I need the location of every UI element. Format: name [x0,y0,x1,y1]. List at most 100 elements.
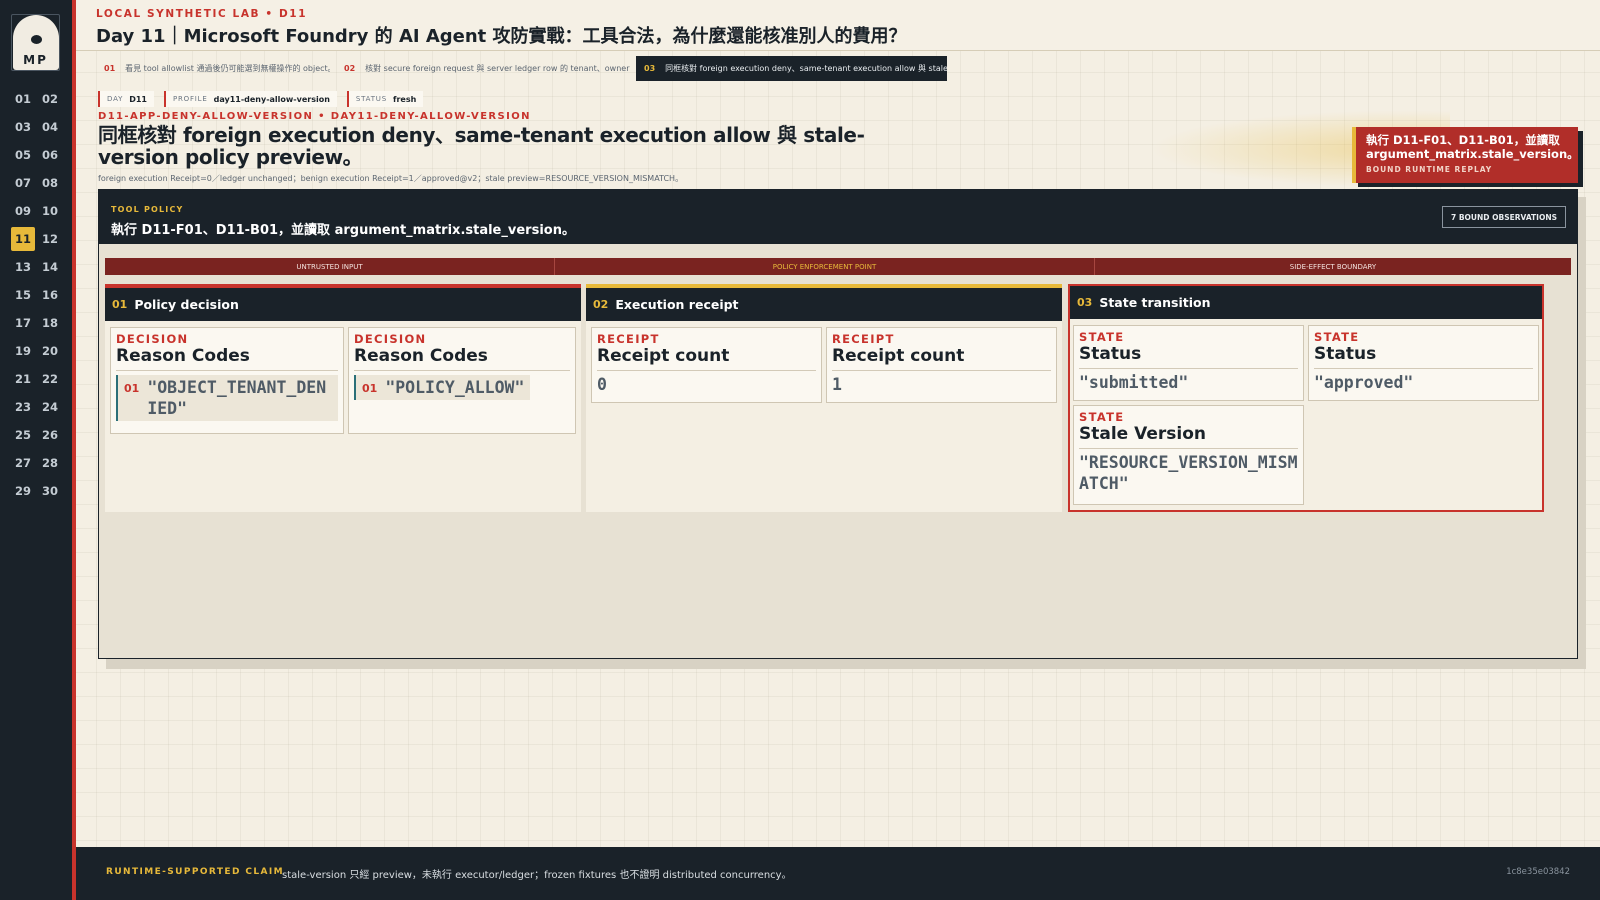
reason-code-number: 01 [124,382,140,395]
sidebar-accent-edge [72,0,76,900]
day-link-23[interactable]: 23 [11,395,35,419]
reason-code-text: "POLICY_ALLOW" [385,378,525,397]
card-title: Receipt count [597,346,816,371]
tab-label: 同框核對 foreign execution deny、same-tenant … [665,64,947,73]
card-value: "approved" [1314,373,1414,392]
state-card: STATE Status "approved" [1308,325,1539,401]
chip-value: D11 [129,94,147,104]
decision-card: DECISION Reason Codes 01 "POLICY_ALLOW" [348,327,576,434]
chip-value: fresh [392,94,417,104]
tab-02[interactable]: 02 核對 secure foreign request 與 server le… [336,56,630,81]
tool-policy-bar: TOOL POLICY 執行 D11-F01、D11-B01，並讀取 argum… [99,190,1577,244]
day-link-16[interactable]: 16 [38,283,62,307]
day-link-28[interactable]: 28 [38,451,62,475]
day-link-02[interactable]: 02 [38,87,62,111]
avatar-initials: MP [23,53,48,67]
tab-label: 核對 secure foreign request 與 server ledge… [365,64,630,73]
day-link-12[interactable]: 12 [38,227,62,251]
avatar[interactable]: MP [11,14,60,71]
card-value: "RESOURCE_VERSION_MISMATCH" [1079,453,1298,493]
chip-key: PROFILE [172,95,208,103]
footer-claim-text: stale-version 只經 preview，未執行 executor/le… [282,870,792,881]
header-eyebrow: LOCAL SYNTHETIC LAB • D11 [96,8,308,20]
section-eyebrow: D11-APP-DENY-ALLOW-VERSION • DAY11-DENY-… [98,111,531,122]
boundary-side-effect: SIDE-EFFECT BOUNDARY [1289,262,1377,271]
column-title: State transition [1099,295,1211,310]
card-grid: DECISION Reason Codes 01 "OBJECT_TENANT_… [110,327,576,434]
tab-01[interactable]: 01 看見 tool allowlist 通過後仍可能選到無權操作的 objec… [96,56,330,81]
day-link-20[interactable]: 20 [38,339,62,363]
day-link-18[interactable]: 18 [38,311,62,335]
card-kicker: DECISION [354,332,427,346]
card-title: Reason Codes [116,346,338,371]
meta-chips: DAY D11 PROFILE day11-deny-allow-version… [98,91,424,107]
day-link-15[interactable]: 15 [11,283,35,307]
boundary-policy-enforcement-point: POLICY ENFORCEMENT POINT [555,258,1095,275]
reason-code-item: 01 "POLICY_ALLOW" [354,375,531,400]
callout-text: 執行 D11-F01、D11-B01，並讀取 argument_matrix.s… [1366,133,1579,161]
boundary-untrusted-input: UNTRUSTED INPUT [105,258,555,275]
footer: RUNTIME-SUPPORTED CLAIM stale-version 只經… [76,847,1600,900]
state-card-stale-version: STATE Stale Version "RESOURCE_VERSION_MI… [1073,405,1304,505]
card-kicker: DECISION [116,332,189,346]
chip-key: STATUS [355,95,387,103]
column-title: Execution receipt [615,297,739,312]
chip-status: STATUS fresh [346,91,424,107]
reason-code-text: "OBJECT_TENANT_DENIED" [147,378,327,418]
day-link-05[interactable]: 05 [11,143,35,167]
reason-code-number: 01 [362,382,378,395]
tool-policy-text: 執行 D11-F01、D11-B01，並讀取 argument_matrix.s… [111,223,575,238]
day-link-24[interactable]: 24 [38,395,62,419]
decision-card: DECISION Reason Codes 01 "OBJECT_TENANT_… [110,327,344,434]
reason-code-item: 01 "OBJECT_TENANT_DENIED" [116,375,338,421]
day-link-30[interactable]: 30 [38,479,62,503]
day-link-19[interactable]: 19 [11,339,35,363]
receipt-card: RECEIPT Receipt count 0 [591,327,822,403]
replay-callout[interactable]: 執行 D11-F01、D11-B01，並讀取 argument_matrix.s… [1352,127,1579,183]
day-link-13[interactable]: 13 [11,255,35,279]
footer-hash: 1c8e35e03842 [1506,867,1570,877]
tab-03[interactable]: 03 同框核對 foreign execution deny、same-tena… [636,56,947,81]
day-link-21[interactable]: 21 [11,367,35,391]
column-number: 02 [593,298,609,311]
page-title: Day 11｜Microsoft Foundry 的 AI Agent 攻防實戰… [96,26,907,47]
section-subtitle: foreign execution Receipt=0／ledger uncha… [98,174,684,183]
footer-claim-label: RUNTIME-SUPPORTED CLAIM [106,867,284,877]
day-link-09[interactable]: 09 [11,199,35,223]
tab-number: 03 [644,64,656,73]
day-link-08[interactable]: 08 [38,171,62,195]
day-link-14[interactable]: 14 [38,255,62,279]
card-value: "submitted" [1079,373,1189,392]
day-link-03[interactable]: 03 [11,115,35,139]
column-header: 03 State transition [1070,286,1542,319]
tool-policy-label: TOOL POLICY [111,205,184,214]
tab-number: 02 [344,64,356,73]
day-link-25[interactable]: 25 [11,423,35,447]
day-link-01[interactable]: 01 [11,87,35,111]
card-grid: STATE Status "submitted" STATE Status "a… [1073,325,1539,505]
column-header: 01 Policy decision [105,284,581,321]
card-kicker: STATE [1314,330,1360,344]
day-link-27[interactable]: 27 [11,451,35,475]
card-kicker: RECEIPT [597,332,660,346]
day-link-29[interactable]: 29 [11,479,35,503]
card-title: Status [1314,344,1533,369]
column-policy-decision: 01 Policy decision DECISION Reason Codes… [105,284,581,512]
day-link-10[interactable]: 10 [38,199,62,223]
day-link-26[interactable]: 26 [38,423,62,447]
receipt-card: RECEIPT Receipt count 1 [826,327,1057,403]
chip-value: day11-deny-allow-version [213,94,330,104]
card-title: Status [1079,344,1298,369]
day-link-04[interactable]: 04 [38,115,62,139]
card-title: Reason Codes [354,346,570,371]
tab-number: 01 [104,64,116,73]
header: LOCAL SYNTHETIC LAB • D11 Day 11｜Microso… [76,0,1600,51]
day-link-07[interactable]: 07 [11,171,35,195]
day-link-22[interactable]: 22 [38,367,62,391]
day-link-06[interactable]: 06 [38,143,62,167]
card-title: Stale Version [1079,424,1298,449]
card-value: 0 [597,375,607,394]
observations-badge[interactable]: 7 BOUND OBSERVATIONS [1442,206,1566,228]
day-link-11[interactable]: 11 [11,227,35,251]
day-link-17[interactable]: 17 [11,311,35,335]
